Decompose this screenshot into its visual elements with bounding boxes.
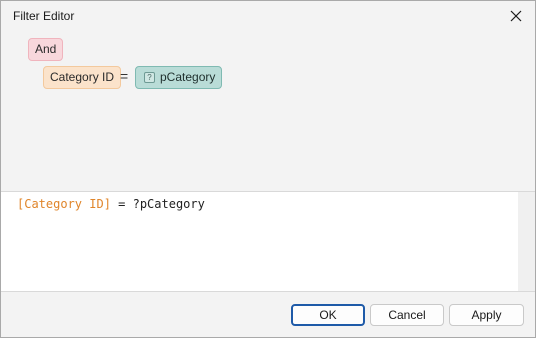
condition-operator[interactable]: = [120, 66, 128, 89]
close-icon [510, 10, 522, 22]
editor-scrollbar[interactable] [518, 192, 535, 291]
filter-editor-dialog: Filter Editor And Category ID = ? pCateg… [0, 0, 536, 338]
close-button[interactable] [501, 3, 531, 29]
condition-value[interactable]: ? pCategory [135, 66, 223, 89]
condition-value-label: pCategory [160, 70, 216, 84]
ok-button[interactable]: OK [291, 304, 365, 326]
parameter-icon: ? [144, 72, 155, 83]
filter-tree[interactable]: And Category ID = ? pCategory [1, 31, 535, 191]
cancel-button[interactable]: Cancel [370, 304, 444, 326]
divider [1, 291, 535, 292]
condition-field[interactable]: Category ID [43, 66, 122, 89]
expression-editor[interactable]: [Category ID] = ?pCategory [1, 192, 535, 291]
expression-text: [Category ID] = ?pCategory [17, 197, 205, 211]
title-bar: Filter Editor [1, 1, 535, 31]
dialog-title: Filter Editor [13, 9, 75, 23]
expression-field: [Category ID] [17, 197, 111, 211]
expression-rest: = ?pCategory [110, 197, 205, 211]
apply-button[interactable]: Apply [449, 304, 524, 326]
group-operator-and[interactable]: And [28, 38, 64, 61]
